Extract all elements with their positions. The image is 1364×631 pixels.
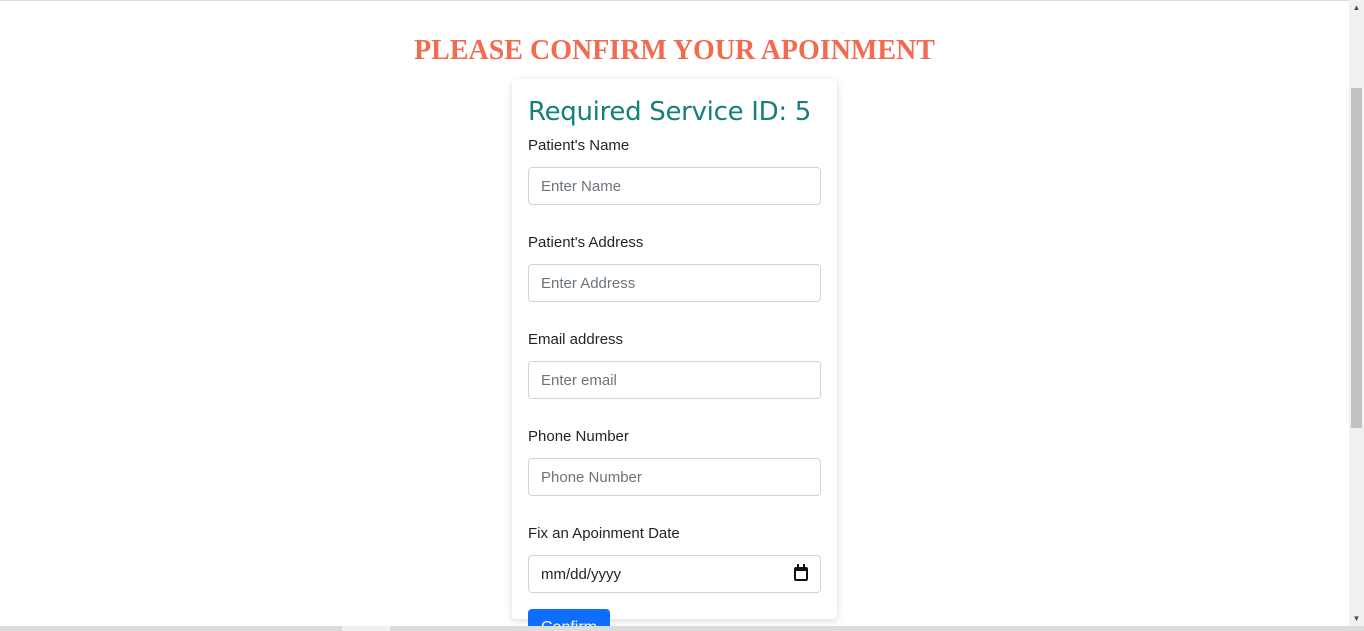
email-placeholder: Enter email: [541, 371, 617, 389]
confirm-button[interactable]: Confirm: [528, 609, 610, 626]
name-label: Patient's Name: [528, 137, 630, 154]
date-placeholder: mm/dd/yyyy: [541, 565, 622, 583]
phone-label: Phone Number: [528, 428, 629, 445]
date-field-group: Fix an Apoinment Date mm/dd/yyyy: [528, 524, 821, 593]
email-label: Email address: [528, 331, 624, 348]
address-placeholder: Enter Address: [541, 274, 636, 292]
page-viewport: PLEASE CONFIRM YOUR APOINMENT Required S…: [0, 0, 1349, 626]
date-input[interactable]: mm/dd/yyyy: [528, 555, 821, 593]
appointment-card: Required Service ID: 5 Patient's Name En…: [512, 79, 837, 626]
horizontal-scroll-thumb[interactable]: [342, 626, 390, 631]
name-field-group: Patient's Name Enter Name: [528, 136, 821, 205]
horizontal-scrollbar[interactable]: [0, 626, 1364, 631]
address-input[interactable]: Enter Address: [528, 264, 821, 302]
service-title: Required Service ID: 5: [528, 97, 811, 127]
phone-placeholder: Phone Number: [541, 468, 642, 486]
scroll-up-arrow-icon[interactable]: ▲: [1349, 0, 1364, 15]
phone-input[interactable]: Phone Number: [528, 458, 821, 496]
email-field-group: Email address Enter email: [528, 330, 821, 399]
email-input[interactable]: Enter email: [528, 361, 821, 399]
address-label: Patient's Address: [528, 234, 644, 251]
vertical-scroll-thumb[interactable]: [1351, 88, 1362, 428]
phone-field-group: Phone Number Phone Number: [528, 427, 821, 496]
scroll-down-arrow-icon[interactable]: ▼: [1349, 611, 1364, 626]
name-input[interactable]: Enter Name: [528, 167, 821, 205]
date-label: Fix an Apoinment Date: [528, 525, 680, 542]
calendar-icon[interactable]: [794, 564, 808, 581]
name-placeholder: Enter Name: [541, 177, 622, 195]
page-heading: PLEASE CONFIRM YOUR APOINMENT: [414, 35, 935, 66]
vertical-scrollbar[interactable]: ▲ ▼: [1349, 0, 1364, 626]
address-field-group: Patient's Address Enter Address: [528, 233, 821, 302]
